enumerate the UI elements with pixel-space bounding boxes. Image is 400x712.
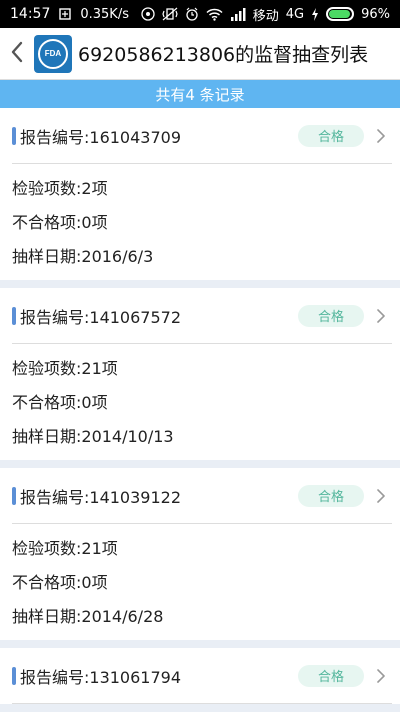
failed-item-count: 不合格项:0项: [12, 393, 108, 412]
chevron-right-icon[interactable]: [370, 668, 392, 684]
report-number: 报告编号:141039122: [20, 487, 182, 507]
record-card-body: 检验项数:2项 不合格项:0项 抽样日期:2016/6/3: [12, 164, 392, 280]
record-card-body: 检验项数:21项 不合格项:0项 抽样日期:2014/6/28: [12, 524, 392, 640]
inspection-item-count: 检验项数:21项: [12, 359, 118, 378]
vibrate-icon: [162, 7, 178, 21]
accent-bar: [12, 306, 16, 325]
hd-icon: [141, 7, 155, 21]
back-button[interactable]: [0, 28, 34, 80]
record-list: 报告编号:161043709 合格 检验项数:2项 不合格项:0项 抽样日期:2…: [0, 108, 400, 704]
charging-icon: [311, 7, 319, 21]
net-speed: 0.35K/s: [80, 6, 129, 22]
failed-item-count: 不合格项:0项: [12, 573, 108, 592]
status-badge: 合格: [298, 664, 364, 687]
accent-bar: [12, 126, 16, 145]
record-card-header[interactable]: 报告编号:141039122 合格: [12, 468, 392, 524]
chevron-left-icon: [10, 41, 24, 67]
fda-logo-icon: FDA: [38, 38, 68, 69]
report-number: 报告编号:131061794: [20, 667, 182, 687]
sampling-date: 抽样日期:2016/6/3: [12, 247, 154, 266]
inspection-item-count: 检验项数:21项: [12, 539, 118, 558]
app-logo: FDA: [34, 34, 72, 73]
network-type: 4G: [285, 6, 305, 22]
status-bar: 14:57 0.35K/s 移动 4G 96%: [0, 0, 400, 28]
accent-bar: [12, 666, 16, 685]
record-card[interactable]: 报告编号:141039122 合格 检验项数:21项 不合格项:0项 抽样日期:…: [0, 468, 400, 640]
status-badge: 合格: [298, 304, 364, 327]
record-card[interactable]: 报告编号:131061794 合格: [0, 648, 400, 704]
signal-icon: [230, 7, 246, 21]
chevron-right-icon[interactable]: [370, 488, 392, 504]
status-badge: 合格: [298, 124, 364, 147]
report-number: 报告编号:141067572: [20, 307, 182, 327]
status-badge: 合格: [298, 484, 364, 507]
inspection-item-count: 检验项数:2项: [12, 179, 108, 198]
page-title: 6920586213806的监督抽查列表: [78, 44, 369, 66]
record-card-body: 检验项数:21项 不合格项:0项 抽样日期:2014/10/13: [12, 344, 392, 460]
record-card-header[interactable]: 报告编号:131061794 合格: [12, 648, 392, 704]
battery-icon: [326, 7, 355, 21]
record-card[interactable]: 报告编号:161043709 合格 检验项数:2项 不合格项:0项 抽样日期:2…: [0, 108, 400, 280]
carrier-label: 移动: [252, 8, 279, 24]
notification-icon: [59, 8, 72, 20]
accent-bar: [12, 486, 16, 505]
battery-level-fill: [329, 10, 351, 18]
logo-text: FDA: [44, 49, 62, 58]
alarm-icon: [185, 7, 199, 21]
chevron-right-icon[interactable]: [370, 128, 392, 144]
chevron-right-icon[interactable]: [370, 308, 392, 324]
record-card[interactable]: 报告编号:141067572 合格 检验项数:21项 不合格项:0项 抽样日期:…: [0, 288, 400, 460]
sampling-date: 抽样日期:2014/6/28: [12, 607, 164, 626]
battery-percent: 96%: [361, 6, 390, 22]
title-bar: FDA 6920586213806的监督抽查列表: [0, 28, 400, 80]
wifi-icon: [206, 8, 223, 21]
status-time: 14:57: [10, 6, 51, 22]
record-count-banner: 共有4 条记录: [0, 80, 400, 108]
record-card-header[interactable]: 报告编号:161043709 合格: [12, 108, 392, 164]
failed-item-count: 不合格项:0项: [12, 213, 108, 232]
sampling-date: 抽样日期:2014/10/13: [12, 427, 174, 446]
report-number: 报告编号:161043709: [20, 127, 182, 147]
record-card-header[interactable]: 报告编号:141067572 合格: [12, 288, 392, 344]
